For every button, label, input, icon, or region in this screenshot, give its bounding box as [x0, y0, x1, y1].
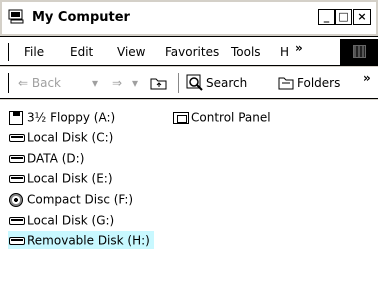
toolbar-overflow[interactable]: »	[363, 71, 371, 85]
toolbar-separator	[178, 73, 179, 93]
explorer-window: My Computer _ □ × File Edit View Favorit…	[0, 0, 378, 282]
hard-drive-icon	[8, 152, 26, 166]
list-item-c[interactable]: Local Disk (C:)	[8, 128, 113, 146]
menu-file[interactable]: File	[24, 45, 44, 59]
back-button[interactable]: ⇐ Back	[18, 76, 61, 90]
maximize-button[interactable]: □	[335, 9, 352, 25]
control-panel-icon	[172, 111, 190, 125]
up-folder-icon[interactable]	[150, 75, 168, 91]
menu-grip[interactable]	[8, 43, 11, 61]
removable-disk-icon	[8, 234, 26, 248]
item-label: Removable Disk (H:)	[27, 233, 150, 248]
menu-edit[interactable]: Edit	[70, 45, 93, 59]
item-label: DATA (D:)	[27, 151, 85, 166]
item-label: Compact Disc (F:)	[27, 192, 134, 207]
minimize-button[interactable]: _	[318, 9, 335, 25]
forward-button[interactable]: ⇒	[112, 76, 122, 90]
hard-drive-icon	[8, 214, 26, 228]
list-item-f[interactable]: Compact Disc (F:)	[8, 190, 133, 208]
hard-drive-icon	[8, 172, 26, 186]
folders-button[interactable]: Folders	[297, 76, 340, 90]
item-label: Control Panel	[191, 110, 271, 125]
close-button[interactable]: ×	[353, 9, 371, 25]
search-button[interactable]: Search	[206, 76, 247, 90]
menu-bar: File Edit View Favorites Tools H »	[0, 36, 378, 66]
toolbar: ⇐ Back ▾ ⇒ ▾ Search Folders »	[0, 67, 378, 99]
item-label: Local Disk (C:)	[27, 130, 114, 145]
file-list: 3½ Floppy (A:) Control Panel Local Disk …	[0, 100, 378, 282]
window-title: My Computer	[32, 10, 130, 25]
item-label: 3½ Floppy (A:)	[27, 110, 116, 125]
list-item-d[interactable]: DATA (D:)	[8, 149, 84, 167]
list-item-h[interactable]: Removable Disk (H:)	[8, 231, 154, 249]
floppy-icon	[8, 110, 26, 125]
hard-drive-icon	[8, 131, 26, 145]
menu-favorites[interactable]: Favorites	[165, 45, 219, 59]
list-item-floppy[interactable]: 3½ Floppy (A:)	[8, 108, 115, 126]
back-dropdown-arrow[interactable]: ▾	[92, 76, 98, 90]
item-label: Local Disk (G:)	[27, 213, 115, 228]
forward-dropdown-arrow[interactable]: ▾	[132, 76, 138, 90]
list-item-control-panel[interactable]: Control Panel	[172, 108, 271, 126]
windows-flag-icon	[353, 45, 366, 58]
title-bar[interactable]: My Computer _ □ ×	[2, 2, 376, 34]
menu-tools[interactable]: Tools	[231, 45, 261, 59]
windows-logo	[340, 39, 378, 65]
menu-overflow[interactable]: »	[295, 41, 303, 55]
list-item-e[interactable]: Local Disk (E:)	[8, 169, 113, 187]
menu-help[interactable]: H	[280, 45, 289, 59]
list-item-g[interactable]: Local Disk (G:)	[8, 211, 114, 229]
computer-icon	[8, 9, 24, 24]
item-label: Local Disk (E:)	[27, 171, 113, 186]
search-icon[interactable]	[186, 74, 204, 92]
menu-view[interactable]: View	[117, 45, 145, 59]
toolbar-grip[interactable]	[8, 73, 11, 93]
cd-drive-icon	[8, 192, 26, 207]
folders-icon[interactable]	[278, 75, 296, 91]
